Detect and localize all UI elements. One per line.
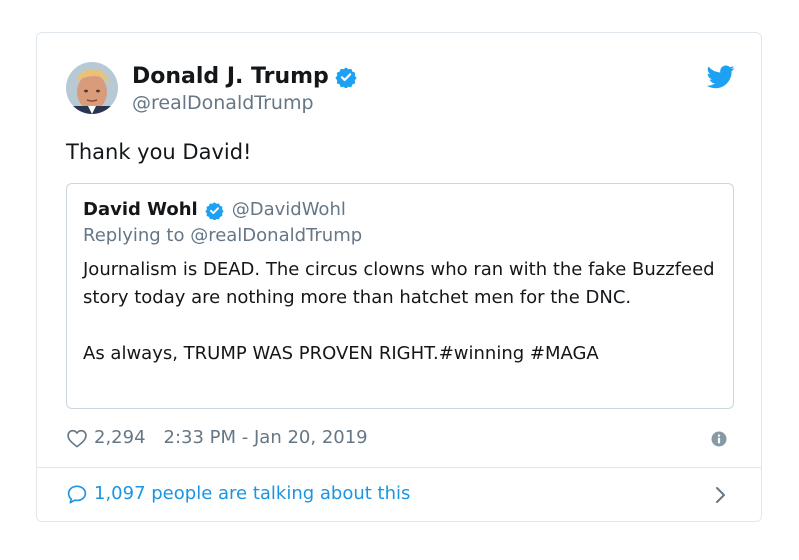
avatar[interactable] (66, 62, 118, 114)
author-name[interactable]: Donald J. Trump (132, 63, 357, 91)
quoted-author-handle[interactable]: @DavidWohl (232, 198, 346, 222)
quoted-tweet-text: Journalism is DEAD. The circus clowns wh… (83, 256, 723, 368)
speech-bubble-icon (67, 485, 87, 504)
chevron-right-icon[interactable] (713, 485, 727, 505)
quoted-tweet-header: David Wohl @DavidWohl (83, 198, 346, 222)
author-handle[interactable]: @realDonaldTrump (132, 91, 314, 115)
conversation-text: 1,097 people are talking about this (94, 483, 411, 504)
heart-icon[interactable] (66, 428, 88, 448)
verified-badge-icon (335, 67, 357, 88)
verified-badge-icon (205, 201, 224, 220)
like-count[interactable]: 2,294 (94, 426, 146, 450)
quoted-paragraph-2: As always, TRUMP WAS PROVEN RIGHT.#winni… (83, 343, 599, 364)
tweet-timestamp[interactable]: 2:33 PM - Jan 20, 2019 (164, 426, 368, 450)
tweet-meta: 2,294 2:33 PM - Jan 20, 2019 (66, 426, 368, 450)
quoted-author-name[interactable]: David Wohl (83, 198, 198, 222)
avatar-image (66, 62, 118, 114)
conversation-link[interactable]: 1,097 people are talking about this (66, 482, 410, 506)
author-name-text: Donald J. Trump (132, 64, 329, 89)
quoted-tweet[interactable]: David Wohl @DavidWohl Replying to @realD… (66, 183, 734, 409)
replying-to: Replying to @realDonaldTrump (83, 225, 363, 246)
info-icon[interactable] (711, 431, 727, 447)
tweet-card[interactable]: Donald J. Trump @realDonaldTrump Thank y… (36, 32, 762, 522)
quoted-paragraph-1: Journalism is DEAD. The circus clowns wh… (83, 259, 715, 308)
divider (37, 467, 761, 468)
twitter-bird-icon[interactable] (707, 65, 735, 89)
tweet-text: Thank you David! (66, 140, 252, 164)
